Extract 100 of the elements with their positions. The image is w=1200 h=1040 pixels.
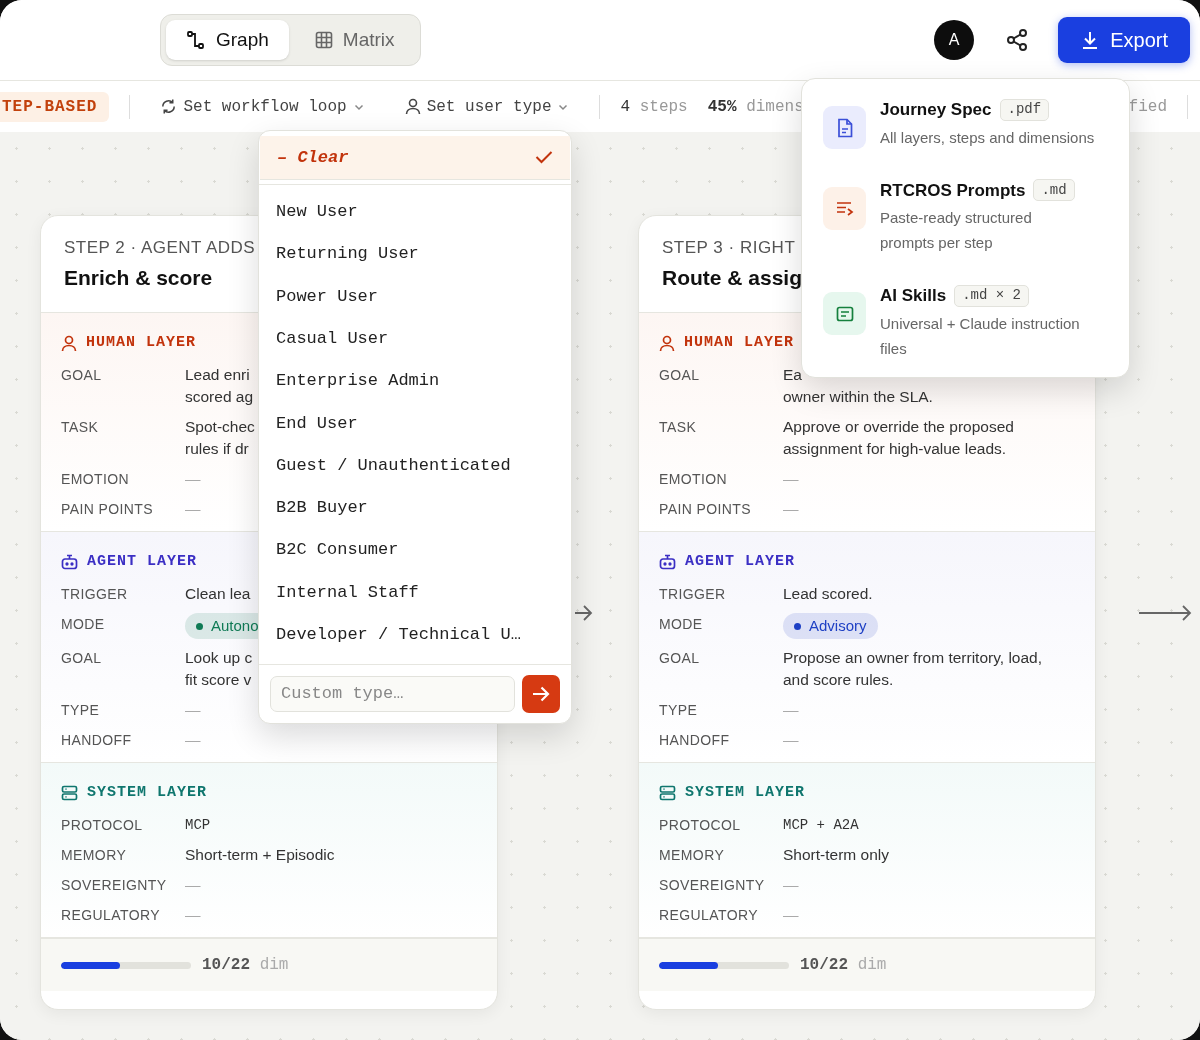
- field-label: REGULATORY: [61, 906, 161, 925]
- field-label: TYPE: [61, 701, 101, 720]
- dimension-count: 10/22 dim: [800, 955, 887, 976]
- connector-arrow: [1138, 604, 1192, 622]
- user-type-option[interactable]: End User: [259, 402, 571, 445]
- export-option[interactable]: AI Skills .md × 2 Universal + Claude instruction files: [817, 279, 1114, 365]
- file-type-tag: .pdf: [999, 98, 1050, 121]
- export-button[interactable]: Export: [1058, 17, 1190, 63]
- user-type-option[interactable]: B2B Buyer: [259, 486, 571, 529]
- export-option[interactable]: RTCROS Prompts .md Paste-ready structured prompts per step: [817, 173, 1114, 259]
- refresh-icon: [160, 98, 178, 115]
- field-label: GOAL: [659, 366, 701, 385]
- field-value: —: [783, 700, 799, 720]
- field-label: TRIGGER: [659, 585, 727, 604]
- field-value: Clean lea: [185, 584, 251, 604]
- step-title: Enrich & score: [64, 265, 213, 291]
- field-value: —: [185, 499, 201, 519]
- field-label: GOAL: [659, 649, 701, 668]
- option-title: Journey Spec: [880, 99, 992, 121]
- field-label: PROTOCOL: [61, 816, 144, 835]
- field-label: GOAL: [61, 649, 103, 668]
- user-type-option[interactable]: Internal Staff: [259, 571, 571, 614]
- step-label: STEP 2 · AGENT ADDS: [64, 238, 256, 258]
- field-value: Spot-chec rules if dr: [185, 417, 255, 459]
- user-type-option[interactable]: Casual User: [259, 317, 571, 360]
- custom-type-field[interactable]: Custom type…: [270, 675, 516, 712]
- document-icon: [823, 106, 866, 149]
- person-icon: [404, 98, 421, 115]
- field-value: —: [185, 905, 201, 925]
- user-type-dropdown[interactable]: Set user type: [404, 94, 570, 119]
- field-label: PROTOCOL: [659, 816, 742, 835]
- field-value: MCP: [185, 816, 211, 835]
- export-option[interactable]: Journey Spec .pdf All layers, steps and dimensions: [817, 93, 1114, 154]
- field-value: —: [185, 469, 201, 489]
- user-type-option[interactable]: New User: [259, 190, 571, 233]
- field-value: —: [783, 730, 799, 750]
- clear-option[interactable]: – Clear: [260, 136, 570, 180]
- user-type-option[interactable]: Enterprise Admin: [259, 359, 571, 403]
- mode-badge: TEP-BASED: [0, 91, 110, 122]
- robot-icon: [61, 554, 78, 570]
- field-value: —: [185, 730, 201, 750]
- field-label: TYPE: [659, 701, 699, 720]
- user-type-option[interactable]: Guest / Unauthenticated: [259, 444, 571, 487]
- field-value: —: [185, 875, 201, 895]
- field-label: MEMORY: [61, 846, 128, 865]
- field-value: —: [783, 905, 799, 925]
- submit-button[interactable]: [522, 674, 560, 713]
- option-title: RTCROS Prompts: [880, 179, 1026, 202]
- layer-heading: AGENT LAYER: [685, 551, 796, 572]
- field-label: TASK: [659, 418, 698, 437]
- field-label: HANDOFF: [61, 731, 133, 750]
- server-icon: [61, 785, 78, 801]
- person-icon: [61, 334, 77, 352]
- field-value: —: [783, 469, 799, 489]
- dimension-coverage: 45% dimens: [707, 96, 804, 118]
- field-value: —: [783, 499, 799, 519]
- field-value: —: [783, 875, 799, 895]
- field-label: HANDOFF: [659, 731, 731, 750]
- view-tab[interactable]: Graph: [166, 20, 289, 60]
- layer-heading: SYSTEM LAYER: [685, 782, 806, 803]
- field-value: Ea owner within the SLA.: [783, 365, 933, 407]
- person-icon: [659, 334, 675, 352]
- field-label: REGULATORY: [659, 906, 759, 925]
- user-type-option[interactable]: Power User: [259, 275, 571, 318]
- status-text: fied: [1128, 96, 1167, 118]
- user-type-option[interactable]: Returning User: [259, 232, 571, 276]
- field-label: GOAL: [61, 366, 103, 385]
- option-title: AI Skills: [880, 285, 947, 307]
- connector-arrow: [574, 604, 593, 622]
- avatar[interactable]: A: [934, 20, 975, 60]
- field-label: MODE: [659, 615, 704, 634]
- step-label: STEP 3 · RIGHT: [662, 238, 796, 258]
- field-value: Lead enri scored ag: [185, 365, 254, 407]
- user-type-option[interactable]: B2C Consumer: [259, 529, 571, 572]
- field-label: SOVEREIGNTY: [659, 876, 766, 895]
- option-description: All layers, steps and dimensions: [880, 127, 1095, 148]
- field-value: Short-term + Episodic: [185, 845, 335, 865]
- view-tab[interactable]: Matrix: [294, 20, 415, 60]
- layer-heading: HUMAN LAYER: [684, 332, 795, 353]
- field-value: MCP + A2A: [783, 816, 859, 835]
- field-label: PAIN POINTS: [61, 500, 155, 519]
- server-icon: [659, 785, 676, 801]
- field-label: TRIGGER: [61, 585, 129, 604]
- field-value: Short-term only: [783, 845, 889, 865]
- step-title: Route & assig: [662, 265, 803, 291]
- field-label: PAIN POINTS: [659, 500, 753, 519]
- workflow-loop-dropdown[interactable]: Set workflow loop: [160, 94, 365, 119]
- field-label: SOVEREIGNTY: [61, 876, 168, 895]
- field-label: EMOTION: [61, 470, 131, 489]
- file-type-tag: .md × 2: [954, 284, 1029, 307]
- robot-icon: [659, 554, 676, 570]
- check-icon: [535, 150, 553, 165]
- step-count: 4 steps: [620, 96, 688, 118]
- field-label: TASK: [61, 418, 100, 437]
- layer-heading: HUMAN LAYER: [86, 332, 197, 353]
- grid-icon: [314, 31, 333, 49]
- option-description: Paste-ready structured prompts per step: [880, 208, 1032, 253]
- field-value: Propose an owner from territory, load, and score rules.: [783, 648, 1043, 690]
- layer-heading: AGENT LAYER: [87, 551, 198, 572]
- field-value: Lead scored.: [783, 584, 873, 604]
